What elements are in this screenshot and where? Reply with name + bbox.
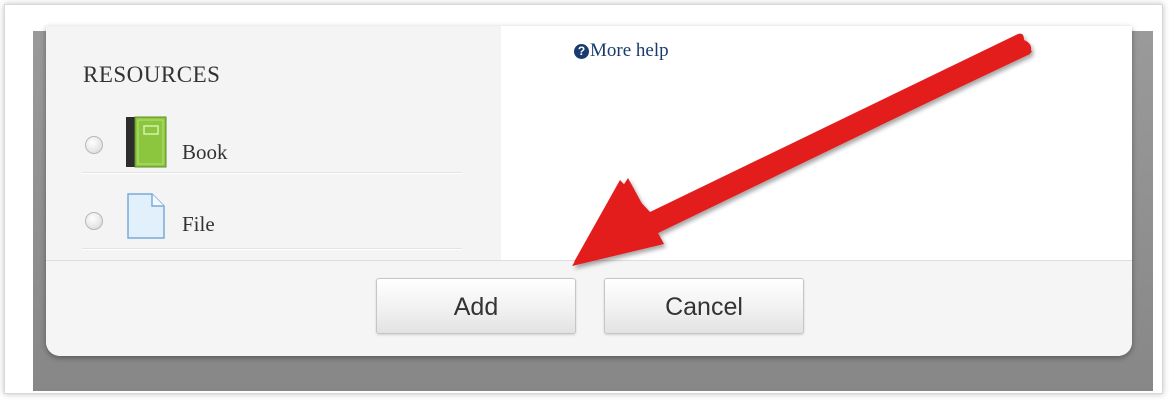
file-icon: [124, 192, 168, 245]
file-label: File: [182, 212, 215, 236]
help-icon: ?: [574, 44, 589, 59]
option-book[interactable]: Book: [82, 116, 462, 178]
more-help-link[interactable]: ? More help: [574, 40, 669, 62]
row-divider: [82, 248, 462, 250]
add-button[interactable]: Add: [376, 278, 576, 334]
add-activity-dialog: RESOURCES Book File ? More help Add Canc…: [46, 26, 1132, 356]
cancel-button[interactable]: Cancel: [604, 278, 804, 334]
section-title: RESOURCES: [83, 62, 221, 87]
option-file[interactable]: File: [82, 192, 462, 254]
book-radio[interactable]: [85, 136, 103, 154]
book-label: Book: [182, 140, 228, 164]
book-icon: [124, 116, 168, 173]
row-divider: [82, 172, 462, 174]
more-help-label: More help: [590, 40, 669, 61]
file-radio[interactable]: [85, 212, 103, 230]
dialog-footer: Add Cancel: [46, 260, 1132, 356]
activity-chooser-list: RESOURCES Book File: [46, 26, 501, 260]
